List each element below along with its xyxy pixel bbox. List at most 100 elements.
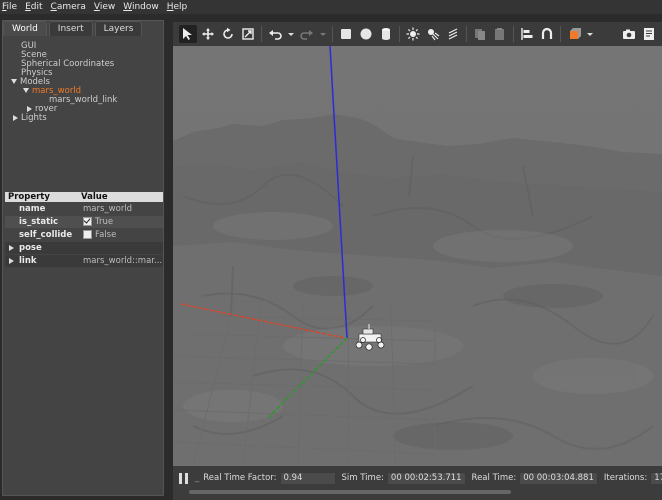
- status-bar: _ Real Time Factor: 0.94 Sim Time: 00 00…: [173, 466, 662, 500]
- property-key-wrap: pose: [5, 242, 81, 254]
- view-angle-dropdown[interactable]: [585, 25, 595, 43]
- select-mode-button[interactable]: [179, 25, 197, 43]
- chevron-down-icon: [587, 33, 593, 36]
- point-light-button[interactable]: [404, 25, 422, 43]
- property-value: mars_world: [83, 204, 133, 214]
- scale-mode-button[interactable]: [239, 25, 257, 43]
- align-icon: [521, 28, 533, 40]
- property-key: is_static: [19, 217, 59, 227]
- scene-viewport[interactable]: [173, 46, 662, 466]
- spot-light-button[interactable]: [424, 25, 442, 43]
- log-button[interactable]: [640, 25, 658, 43]
- screenshot-button[interactable]: [620, 25, 638, 43]
- expand-arrow-icon[interactable]: [11, 79, 17, 84]
- value-col-header: Value: [81, 192, 108, 202]
- document-log-icon: [644, 28, 654, 40]
- snap-button[interactable]: [538, 25, 556, 43]
- align-button[interactable]: [518, 25, 536, 43]
- undo-button[interactable]: [266, 25, 284, 43]
- property-table: Property Value name mars_world is_static…: [5, 192, 163, 267]
- menu-file[interactable]: File: [2, 2, 17, 12]
- view-cube-icon: [570, 28, 581, 39]
- status-row: _ Real Time Factor: 0.94 Sim Time: 00 00…: [173, 471, 662, 485]
- insert-sphere-button[interactable]: [357, 25, 375, 43]
- expand-arrow-icon[interactable]: [9, 257, 14, 264]
- horizontal-scrollbar[interactable]: [189, 490, 511, 494]
- checkbox-checked-icon[interactable]: [83, 217, 92, 226]
- panel-tabs: World Insert Layers: [3, 21, 144, 37]
- toolbar-separator: [560, 26, 561, 42]
- chevron-down-icon: [320, 33, 326, 36]
- property-value: mars_world::mar...: [83, 256, 163, 266]
- magnet-snap-icon: [541, 27, 553, 39]
- redo-icon: [300, 30, 313, 40]
- property-row-name[interactable]: name mars_world: [5, 203, 163, 215]
- world-tree: GUI Scene Spherical Coordinates Physics …: [5, 39, 161, 189]
- scale-icon: [242, 28, 254, 40]
- insert-box-button[interactable]: [337, 25, 355, 43]
- menu-edit[interactable]: Edit: [25, 2, 42, 12]
- redo-history-dropdown[interactable]: [318, 25, 328, 43]
- property-group-link[interactable]: link mars_world::mar...: [5, 255, 163, 267]
- toolbar-separator: [399, 26, 400, 42]
- cylinder-shape-icon: [382, 28, 390, 40]
- box-shape-icon: [341, 29, 351, 39]
- tab-layers[interactable]: Layers: [94, 21, 143, 36]
- undo-history-dropdown[interactable]: [286, 25, 296, 43]
- toolbar-separator: [513, 26, 514, 42]
- view-angle-button[interactable]: [565, 25, 583, 43]
- collapse-arrow-icon[interactable]: [27, 105, 32, 112]
- sphere-shape-icon: [360, 28, 372, 40]
- property-key-wrap: link: [5, 255, 81, 267]
- menu-camera[interactable]: Camera: [51, 2, 86, 12]
- rotate-mode-button[interactable]: [219, 25, 237, 43]
- property-value: False: [95, 230, 117, 240]
- property-value-wrap: False: [81, 229, 163, 241]
- translate-mode-button[interactable]: [199, 25, 217, 43]
- paste-button[interactable]: [491, 25, 509, 43]
- property-group-pose[interactable]: pose: [5, 242, 163, 254]
- property-row-is-static[interactable]: is_static True: [5, 216, 163, 228]
- property-key: name: [19, 204, 46, 214]
- property-value-empty: [81, 242, 163, 254]
- property-col-header: Property: [8, 192, 50, 202]
- copy-button[interactable]: [471, 25, 489, 43]
- tree-item-mars-world-link[interactable]: mars_world_link: [49, 95, 117, 105]
- real-time-factor-label: Real Time Factor:: [203, 473, 277, 483]
- rotate-icon: [223, 27, 233, 39]
- real-time-factor-value: 0.94: [279, 471, 336, 485]
- redo-button[interactable]: [298, 25, 316, 43]
- tree-item-lights-label: Lights: [21, 113, 47, 123]
- property-value: True: [95, 217, 114, 227]
- menubar: File Edit Camera View Window Help: [0, 0, 662, 14]
- insert-cylinder-button[interactable]: [377, 25, 395, 43]
- checkbox-unchecked-icon[interactable]: [83, 230, 92, 239]
- collapse-arrow-icon[interactable]: [13, 114, 18, 121]
- pause-icon: [179, 472, 182, 484]
- tab-insert[interactable]: Insert: [48, 21, 93, 36]
- tree-item-lights[interactable]: Lights: [13, 113, 47, 123]
- menu-window[interactable]: Window: [123, 2, 159, 12]
- toolbar-separator: [261, 26, 262, 42]
- menu-help[interactable]: Help: [167, 2, 188, 12]
- iterations-label: Iterations:: [603, 473, 648, 483]
- expand-arrow-icon[interactable]: [23, 88, 29, 93]
- expand-arrow-icon[interactable]: [9, 244, 14, 251]
- toolbar: [173, 22, 662, 46]
- sim-time-value: 00 00:02:53.711: [386, 471, 466, 485]
- pause-button[interactable]: [179, 472, 189, 484]
- cursor-arrow-icon: [183, 28, 192, 40]
- spot-light-icon: [428, 29, 440, 41]
- chevron-down-icon: [288, 33, 294, 36]
- tab-world[interactable]: World: [3, 21, 47, 36]
- sim-time-label: Sim Time:: [341, 473, 384, 483]
- directional-light-button[interactable]: [444, 25, 462, 43]
- toolbar-separator: [466, 26, 467, 42]
- property-row-self-collide[interactable]: self_collide False: [5, 229, 163, 241]
- toolbar-separator: [332, 26, 333, 42]
- camera-icon: [623, 29, 635, 39]
- sun-light-icon: [406, 27, 420, 41]
- left-panel: World Insert Layers GUI Scene Spherical …: [2, 20, 164, 496]
- menu-view[interactable]: View: [94, 2, 115, 12]
- paste-icon: [495, 28, 504, 40]
